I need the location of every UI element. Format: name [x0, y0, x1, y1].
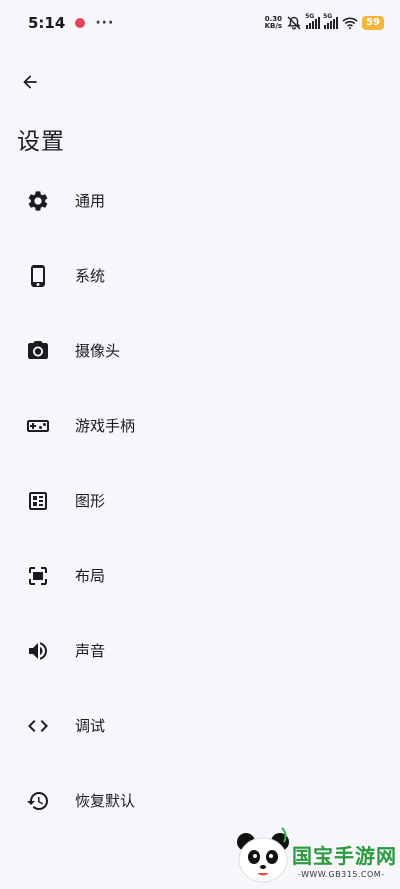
code-icon — [24, 712, 52, 740]
signal-2-label: 5G — [323, 13, 333, 20]
graphics-icon — [24, 487, 52, 515]
settings-item-camera[interactable]: 摄像头 — [0, 313, 400, 388]
battery-indicator: 59 — [362, 16, 384, 30]
settings-item-general[interactable]: 通用 — [0, 163, 400, 238]
settings-item-label: 声音 — [75, 642, 106, 660]
back-button[interactable] — [14, 66, 46, 98]
settings-item-label: 摄像头 — [75, 342, 121, 360]
status-left: 5:14 ··· — [28, 14, 114, 32]
settings-item-label: 系统 — [75, 267, 106, 285]
settings-item-label: 恢复默认 — [75, 792, 136, 810]
network-speed: 0.30 KB/s — [265, 16, 282, 30]
settings-item-label: 调试 — [75, 717, 106, 735]
wifi-icon — [342, 17, 358, 29]
watermark-url: -WWW.GB315.COM- — [298, 870, 385, 879]
network-speed-unit: KB/s — [264, 22, 283, 30]
layout-icon — [24, 562, 52, 590]
settings-item-system[interactable]: 系统 — [0, 238, 400, 313]
watermark: 国宝手游网 -WWW.GB315.COM- — [232, 826, 400, 889]
restore-icon — [24, 787, 52, 815]
settings-item-layout[interactable]: 布局 — [0, 538, 400, 613]
settings-item-label: 图形 — [75, 492, 106, 510]
signal-2-icon: 5G — [323, 13, 339, 29]
panda-logo-icon — [237, 827, 289, 883]
status-right: 0.30 KB/s 5G 5G 59 — [265, 13, 384, 30]
settings-item-graphics[interactable]: 图形 — [0, 463, 400, 538]
signal-1-icon: 5G — [305, 13, 321, 29]
settings-item-gamepad[interactable]: 游戏手柄 — [0, 388, 400, 463]
settings-item-label: 游戏手柄 — [75, 417, 136, 435]
page-title: 设置 — [17, 129, 65, 155]
watermark-name: 国宝手游网 — [292, 844, 397, 868]
mute-bell-icon — [287, 16, 301, 30]
signal-1-label: 5G — [305, 13, 315, 20]
gear-icon — [24, 187, 52, 215]
settings-item-debug[interactable]: 调试 — [0, 688, 400, 763]
gamepad-icon — [24, 412, 52, 440]
camera-icon — [24, 337, 52, 365]
status-bar: 5:14 ··· 0.30 KB/s 5G 5G 59 — [0, 0, 400, 46]
settings-item-label: 布局 — [75, 567, 106, 585]
settings-item-sound[interactable]: 声音 — [0, 613, 400, 688]
clock: 5:14 — [28, 14, 66, 32]
settings-list: 通用 系统 摄像头 游戏手柄 图形 布局 声音 调试 恢复默认 — [0, 163, 400, 838]
settings-item-label: 通用 — [75, 192, 106, 210]
volume-icon — [24, 637, 52, 665]
phone-icon — [24, 262, 52, 290]
notification-dot-icon — [75, 18, 86, 28]
more-notifications-icon: ··· — [95, 15, 115, 31]
arrow-back-icon — [23, 75, 37, 89]
